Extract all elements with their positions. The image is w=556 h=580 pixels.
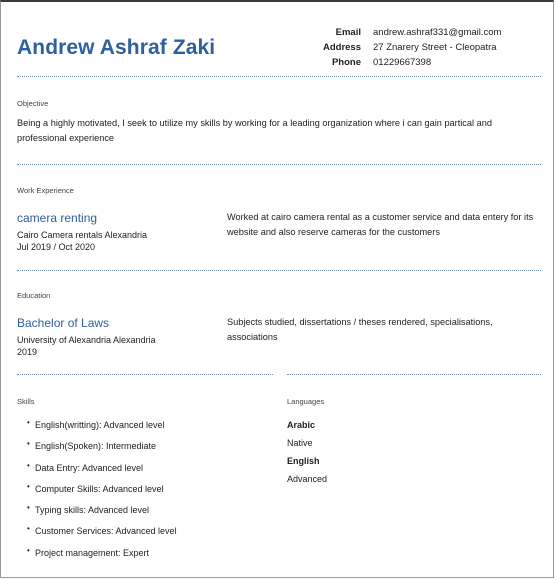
bullet-icon: • bbox=[27, 460, 30, 470]
contact-block: Email andrew.ashraf331@gmail.com Address… bbox=[301, 25, 533, 70]
contact-label-phone: Phone bbox=[331, 57, 361, 68]
resume-name: Andrew Ashraf Zaki bbox=[17, 36, 216, 59]
skill-item: • Typing skills: Advanced level bbox=[27, 503, 177, 524]
resume-page: Andrew Ashraf Zaki Email andrew.ashraf33… bbox=[0, 0, 554, 578]
bullet-icon: • bbox=[27, 418, 30, 427]
contact-value-phone: 01229667398 bbox=[373, 57, 432, 68]
skill-item: • English(writting): Advanced level bbox=[27, 418, 177, 439]
objective-divider bbox=[17, 164, 541, 165]
education-title: Education bbox=[17, 291, 51, 300]
skills-divider bbox=[17, 374, 273, 375]
contact-label-email: Email bbox=[335, 27, 361, 38]
bullet-icon: • bbox=[27, 545, 30, 555]
skills-list: • English(writting): Advanced level • Engl… bbox=[27, 418, 177, 567]
language-level-english: Advanced bbox=[287, 474, 328, 484]
skills-title: Skills bbox=[17, 397, 35, 406]
skill-text: English(writting): Advanced level bbox=[35, 420, 165, 430]
contact-row-email: Email andrew.ashraf331@gmail.com bbox=[301, 25, 533, 40]
skill-text: Project management: Expert bbox=[35, 547, 150, 558]
work-dates: Jul 2019 / Oct 2020 bbox=[17, 242, 96, 252]
work-position: camera renting bbox=[17, 211, 98, 225]
languages-divider bbox=[287, 374, 541, 375]
work-title: Work Experience bbox=[17, 186, 74, 195]
bullet-icon: • bbox=[27, 503, 30, 513]
skill-item: • Customer Services: Advanced level bbox=[27, 524, 177, 545]
education-description: Subjects studied, dissertations / theses… bbox=[227, 317, 493, 342]
skill-text: Customer Services: Advanced level bbox=[35, 526, 177, 537]
header-divider bbox=[17, 76, 541, 77]
contact-label-address: Address bbox=[322, 42, 361, 53]
contact-row-address: Address 27 Znarery Street - Cleopatra bbox=[301, 40, 533, 55]
contact-value-address: 27 Znarery Street - Cleopatra bbox=[373, 42, 497, 53]
languages-title: Languages bbox=[287, 397, 325, 406]
objective-title: Objective bbox=[17, 99, 49, 108]
skill-item: • Data Entry: Advanced level bbox=[27, 461, 177, 482]
skill-text: Data Entry: Advanced level bbox=[35, 462, 144, 473]
language-name-english: English bbox=[287, 456, 320, 466]
skill-item: • Project management: Expert bbox=[27, 546, 177, 567]
contact-value-email: andrew.ashraf331@gmail.com bbox=[373, 27, 502, 38]
education-degree: Bachelor of Laws bbox=[17, 316, 110, 330]
skill-text: English(Spoken): Intermediate bbox=[35, 441, 157, 452]
language-level-arabic: Native bbox=[287, 438, 313, 448]
skill-item: • Computer Skills: Advanced level bbox=[27, 482, 177, 503]
contact-row-phone: Phone 01229667398 bbox=[301, 55, 533, 70]
skill-text: Typing skills: Advanced level bbox=[35, 505, 150, 516]
education-school: University of Alexandria Alexandria bbox=[17, 335, 156, 345]
bullet-icon: • bbox=[27, 481, 30, 491]
objective-text: Being a highly motivated, I seek to util… bbox=[17, 118, 492, 143]
skill-item: • English(Spoken): Intermediate bbox=[27, 439, 177, 460]
bullet-icon: • bbox=[27, 524, 30, 534]
language-name-arabic: Arabic bbox=[287, 420, 316, 430]
education-year: 2019 bbox=[17, 347, 38, 357]
work-divider bbox=[17, 270, 541, 271]
work-description: Worked at cairo camera rental as a custo… bbox=[227, 212, 534, 237]
bullet-icon: • bbox=[27, 439, 30, 449]
skill-text: Computer Skills: Advanced level bbox=[35, 483, 164, 494]
work-company: Cairo Camera rentals Alexandria bbox=[17, 230, 148, 240]
